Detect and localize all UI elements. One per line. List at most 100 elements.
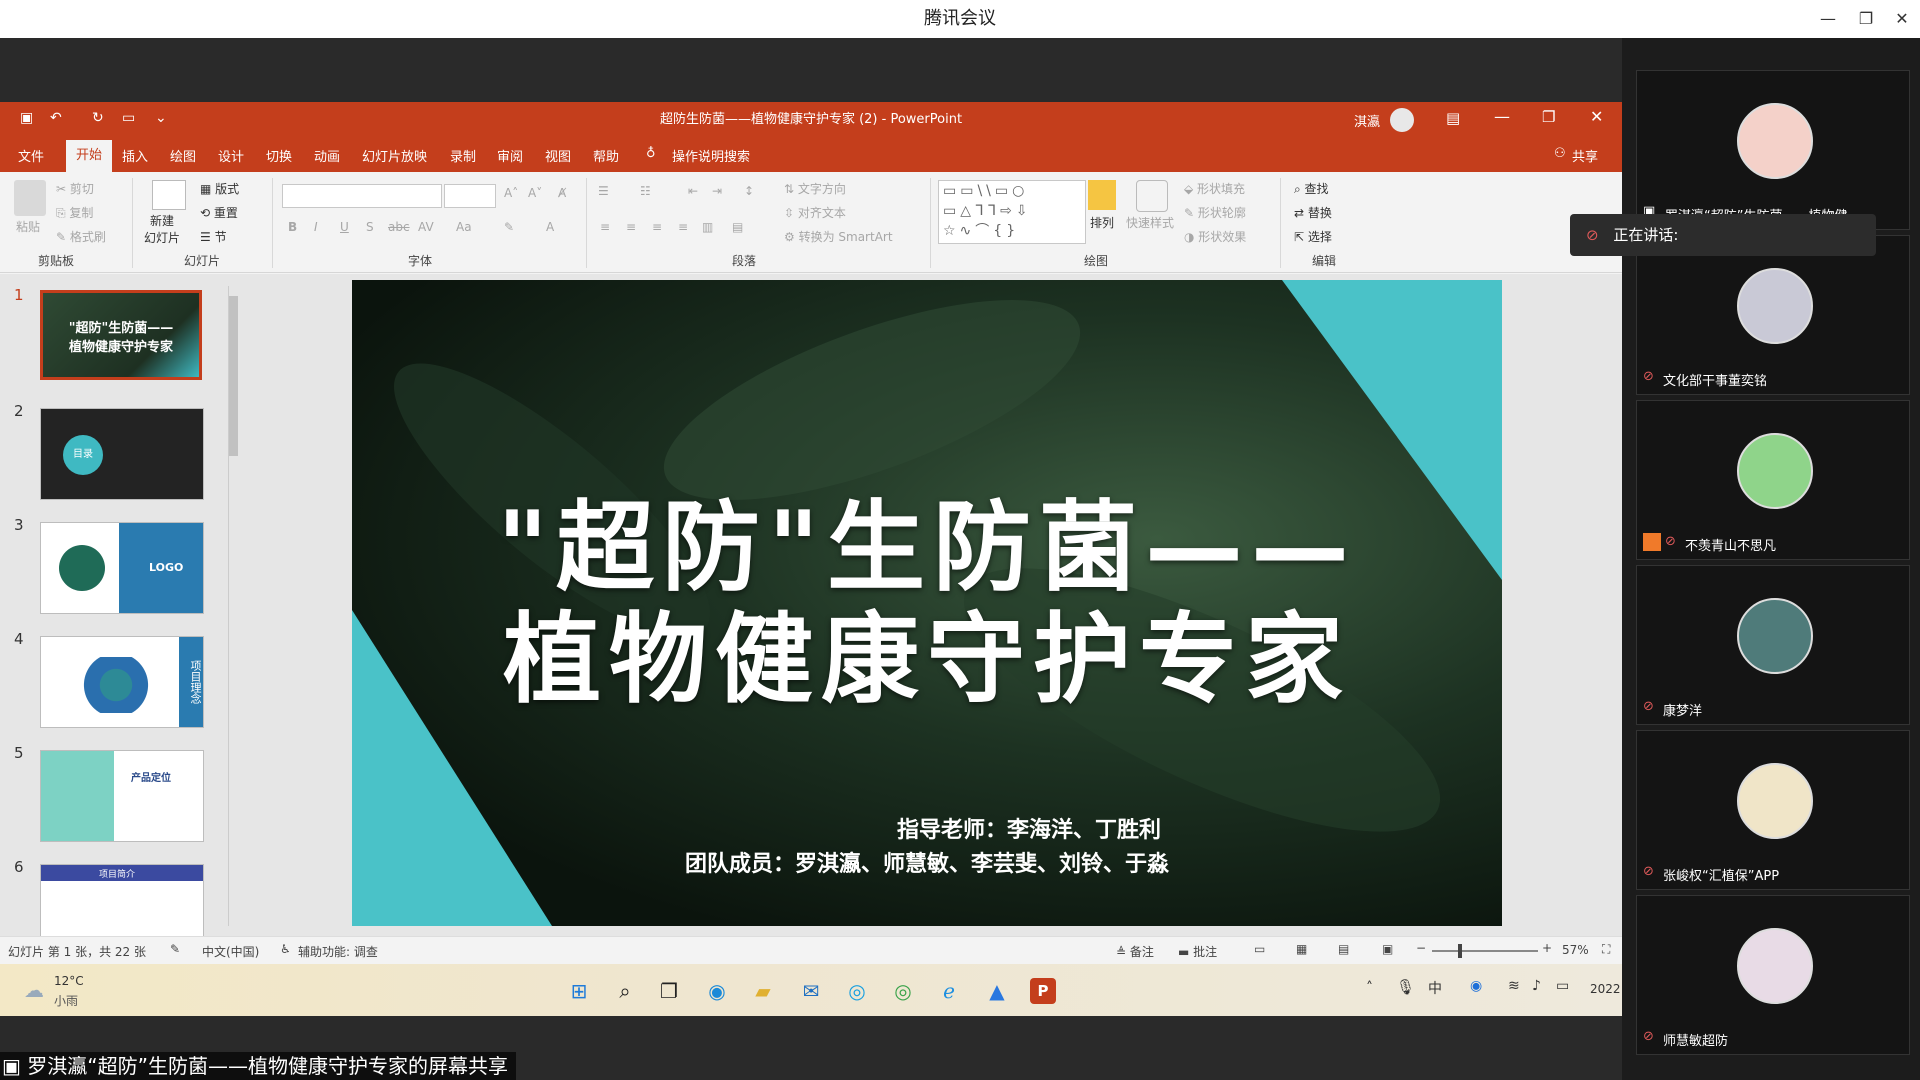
- meeting-app-icon[interactable]: ▲: [984, 978, 1010, 1004]
- reading-view-icon[interactable]: ▤: [1338, 942, 1349, 956]
- tab-help[interactable]: 帮助: [593, 146, 619, 165]
- participant-card[interactable]: ▣ 罗淇瀛“超防”生防菌——植物健...: [1636, 70, 1910, 230]
- participant-card[interactable]: ⊘ 不羡青山不思凡: [1636, 400, 1910, 560]
- thumb-slide-4[interactable]: 项目理念: [40, 636, 204, 728]
- zoom-out-icon[interactable]: −: [1416, 941, 1426, 955]
- thumb-slide-2[interactable]: 目录: [40, 408, 204, 500]
- battery-icon[interactable]: ▭: [1556, 978, 1569, 994]
- ribbon-display-icon[interactable]: ▤: [1446, 109, 1460, 127]
- format-painter-button[interactable]: ✎ 格式刷: [56, 228, 106, 245]
- redo-icon[interactable]: ↻: [92, 110, 104, 126]
- clipboard-icon[interactable]: [14, 180, 46, 216]
- select-button[interactable]: ⇱ 选择: [1294, 228, 1332, 245]
- ppt-restore-icon[interactable]: ❐: [1542, 108, 1555, 126]
- slide-canvas[interactable]: "超防"生防菌—— 植物健康守护专家 指导老师：李海洋、丁胜利 团队成员：罗淇瀛…: [352, 280, 1502, 926]
- line-spacing-icon[interactable]: ↕: [744, 184, 754, 198]
- tray-app-icon[interactable]: ◉: [1470, 978, 1482, 994]
- zoom-level[interactable]: 57%: [1562, 943, 1589, 957]
- shape-fill-button[interactable]: ⬙ 形状填充: [1184, 180, 1245, 197]
- restore-icon[interactable]: ❐: [1846, 0, 1886, 38]
- undo-icon[interactable]: ↶: [50, 110, 62, 126]
- ppt-close-icon[interactable]: ✕: [1590, 107, 1603, 126]
- new-slide-button[interactable]: 新建 幻灯片: [144, 212, 180, 246]
- present-icon[interactable]: ▭: [122, 110, 135, 126]
- participant-card[interactable]: ⊘ 张峻权“汇植保”APP: [1636, 730, 1910, 890]
- shape-effects-button[interactable]: ◑ 形状效果: [1184, 228, 1246, 245]
- notes-button[interactable]: ≜ 备注: [1116, 943, 1154, 960]
- thumb-slide-5[interactable]: 产品定位: [40, 750, 204, 842]
- spellcheck-icon[interactable]: ✎: [170, 942, 180, 956]
- justify-icon[interactable]: ≡: [678, 220, 688, 234]
- tab-transitions[interactable]: 切换: [266, 146, 292, 165]
- thumbnail-scrollbar-thumb[interactable]: [229, 296, 238, 456]
- bold-icon[interactable]: B: [288, 220, 297, 234]
- participant-card[interactable]: ⊘ 师慧敏超防: [1636, 895, 1910, 1055]
- participant-card[interactable]: ⊘ 康梦洋: [1636, 565, 1910, 725]
- tab-review[interactable]: 审阅: [497, 146, 523, 165]
- tab-file[interactable]: 文件: [18, 146, 44, 165]
- mic-tray-icon[interactable]: 🎙: [1396, 978, 1415, 996]
- paragraph-border-icon[interactable]: ▤: [732, 220, 743, 234]
- tab-slideshow[interactable]: 幻灯片放映: [362, 146, 427, 165]
- strikethrough-icon[interactable]: abc: [388, 220, 410, 234]
- tab-view[interactable]: 视图: [545, 146, 571, 165]
- tab-animations[interactable]: 动画: [314, 146, 340, 165]
- tab-design[interactable]: 设计: [218, 146, 244, 165]
- fit-slide-icon[interactable]: ⛶: [1602, 942, 1610, 957]
- change-case-icon[interactable]: Aa: [456, 220, 472, 234]
- ime-icon[interactable]: 中: [1428, 978, 1442, 998]
- tab-insert[interactable]: 插入: [122, 146, 148, 165]
- tab-home[interactable]: 开始: [66, 140, 112, 172]
- start-icon[interactable]: ⊞: [566, 978, 592, 1004]
- copy-button[interactable]: ⎘ 复制: [56, 204, 93, 221]
- arrange-button[interactable]: 排列: [1090, 214, 1114, 231]
- replace-button[interactable]: ⇄ 替换: [1294, 204, 1332, 221]
- weather-desc[interactable]: 小雨: [54, 992, 78, 1009]
- font-grow-icon[interactable]: A˄: [504, 186, 518, 200]
- share-button[interactable]: 共享: [1572, 146, 1598, 165]
- save-icon[interactable]: ▣: [20, 110, 33, 126]
- char-spacing-icon[interactable]: AV: [418, 220, 434, 234]
- text-direction-button[interactable]: ⇅ 文字方向: [784, 180, 846, 197]
- align-left-icon[interactable]: ≡: [600, 220, 610, 234]
- shadow-icon[interactable]: S: [366, 220, 374, 234]
- clear-format-icon[interactable]: Ⱥ: [558, 186, 566, 200]
- shapes-gallery[interactable]: ▭▭\\▭○ ▭△ᒣᒣ⇨⇩ ☆∿⌒{}: [938, 180, 1086, 244]
- smartart-button[interactable]: ⚙ 转换为 SmartArt: [784, 228, 893, 245]
- thumb-slide-3[interactable]: LOGO: [40, 522, 204, 614]
- participant-card[interactable]: ⊘ 文化部干事董奕铭: [1636, 235, 1910, 395]
- font-color-icon[interactable]: A: [546, 220, 554, 234]
- comments-button[interactable]: ▬ 批注: [1178, 943, 1217, 960]
- layout-button[interactable]: ▦ 版式: [200, 180, 239, 197]
- reset-button[interactable]: ⟲ 重置: [200, 204, 238, 221]
- underline-icon[interactable]: U: [340, 220, 349, 234]
- align-right-icon[interactable]: ≡: [652, 220, 662, 234]
- indent-decrease-icon[interactable]: ⇤: [688, 184, 698, 198]
- sorter-view-icon[interactable]: ▦: [1296, 942, 1307, 956]
- arrange-icon[interactable]: [1088, 180, 1116, 210]
- close-icon[interactable]: ✕: [1882, 0, 1920, 38]
- italic-icon[interactable]: I: [314, 220, 318, 234]
- tab-record[interactable]: 录制: [450, 146, 476, 165]
- ppt-minimize-icon[interactable]: —: [1494, 107, 1510, 126]
- task-view-icon[interactable]: ❐: [656, 978, 682, 1004]
- tell-me-search[interactable]: 操作说明搜索: [672, 146, 750, 165]
- user-avatar[interactable]: [1390, 108, 1414, 132]
- numbering-icon[interactable]: ☷: [640, 184, 651, 198]
- search-icon[interactable]: ⌕: [612, 978, 638, 1004]
- font-shrink-icon[interactable]: A˅: [528, 186, 542, 200]
- zoom-slider-thumb[interactable]: [1458, 944, 1462, 958]
- find-button[interactable]: ⌕ 查找: [1294, 180, 1329, 197]
- zoom-slider[interactable]: [1432, 950, 1538, 952]
- weather-temp[interactable]: 12°C: [54, 974, 84, 988]
- font-size-input[interactable]: [444, 184, 496, 208]
- clock[interactable]: 2022: [1590, 982, 1621, 996]
- align-center-icon[interactable]: ≡: [626, 220, 636, 234]
- cut-button[interactable]: ✂ 剪切: [56, 180, 94, 197]
- indent-increase-icon[interactable]: ⇥: [712, 184, 722, 198]
- minimize-icon[interactable]: —: [1808, 0, 1848, 38]
- quick-styles-button[interactable]: 快速样式: [1126, 214, 1174, 231]
- browser-icon[interactable]: ◎: [844, 978, 870, 1004]
- ie-icon[interactable]: ℯ: [936, 978, 962, 1004]
- file-explorer-icon[interactable]: ▰: [750, 978, 776, 1004]
